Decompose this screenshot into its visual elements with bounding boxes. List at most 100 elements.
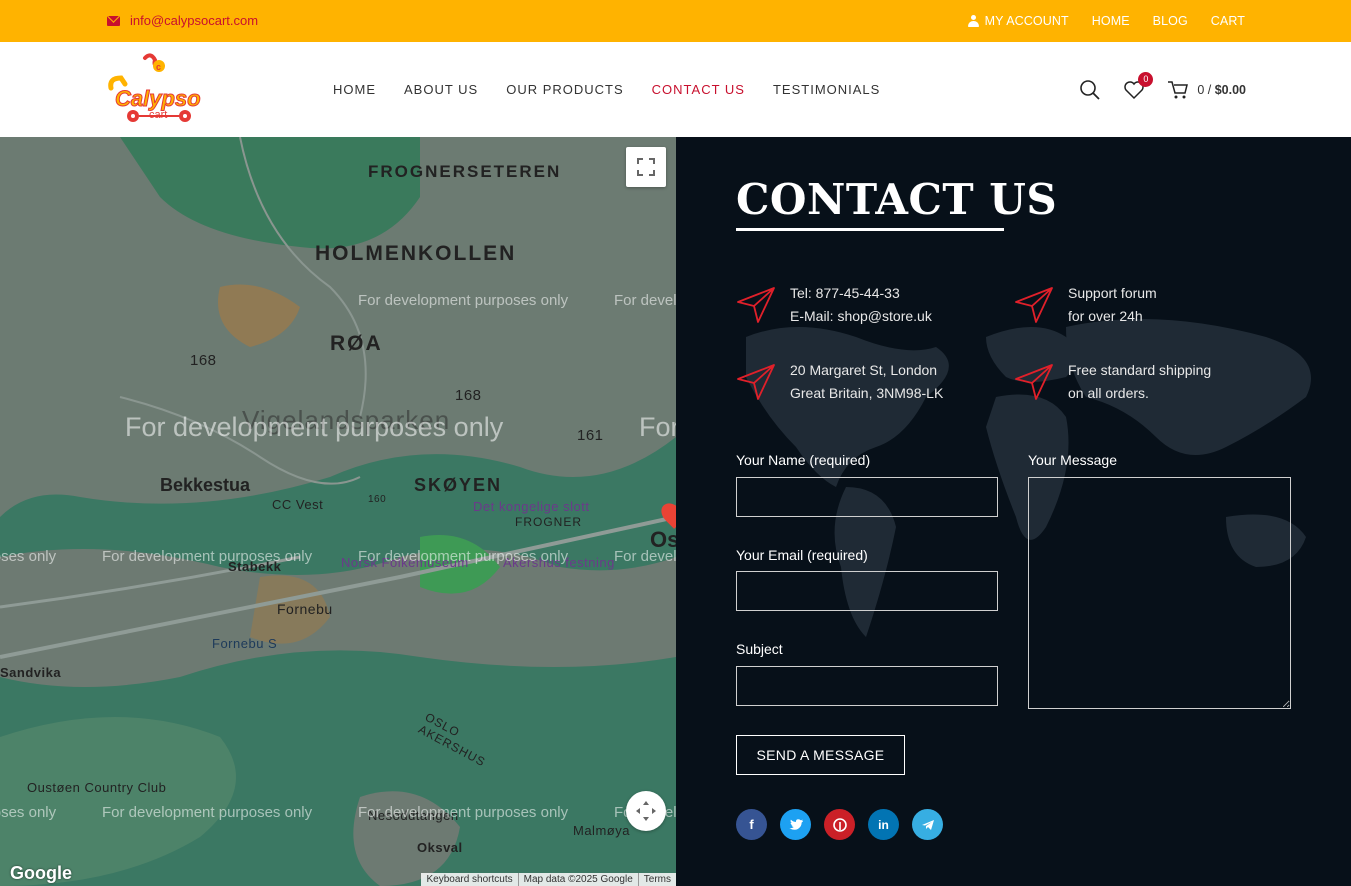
wishlist-badge: 0 xyxy=(1138,71,1154,87)
map-road-168-b: 168 xyxy=(455,387,482,404)
telegram-glyph xyxy=(921,819,934,830)
top-home-link[interactable]: Home xyxy=(1092,14,1130,28)
fullscreen-icon xyxy=(637,158,655,176)
nav-testimonials[interactable]: Testimonials xyxy=(773,82,880,97)
cart-button[interactable]: 0 / $0.00 xyxy=(1167,80,1246,100)
my-account-link[interactable]: My Account xyxy=(967,14,1069,28)
header-icons: 0 0 / $0.00 xyxy=(1079,42,1246,137)
map-data-text: Map data ©2025 Google xyxy=(517,873,638,886)
top-bar: info@calypsocart.com My Account Home Blo… xyxy=(0,0,1351,42)
map-watermark: For development purposes only xyxy=(125,412,504,442)
paper-plane-icon xyxy=(737,287,775,323)
nav-our-products[interactable]: Our Products xyxy=(506,82,623,97)
map-road-161: 161 xyxy=(577,427,604,444)
google-map[interactable]: FROGNERSETEREN HOLMENKOLLEN RØA 168 168 … xyxy=(0,137,676,886)
map-watermark: For development purposes only xyxy=(614,548,676,565)
map-label-oksval: Oksval xyxy=(417,840,463,855)
pinterest-glyph xyxy=(832,817,847,832)
envelope-icon xyxy=(107,15,120,26)
email-label: Your Email (required) xyxy=(736,547,868,563)
info-address: 20 Margaret St, London Great Britain, 3NM… xyxy=(736,359,943,405)
svg-text:cart: cart xyxy=(149,109,167,121)
top-email[interactable]: info@calypsocart.com xyxy=(107,13,258,28)
main-nav: Home About Us Our Products Contact Us Te… xyxy=(333,42,880,137)
paper-plane-icon xyxy=(1015,287,1053,323)
calypso-logo-icon: c Calypso cart xyxy=(108,53,201,122)
top-blog-link[interactable]: Blog xyxy=(1153,14,1188,28)
twitter-bird-glyph xyxy=(788,818,803,830)
email-field[interactable] xyxy=(736,571,998,611)
search-button[interactable] xyxy=(1079,79,1101,101)
svg-text:Calypso: Calypso xyxy=(115,86,201,111)
name-field[interactable] xyxy=(736,477,998,517)
info-line: Free standard shipping xyxy=(1068,362,1212,378)
top-nav: My Account Home Blog Cart xyxy=(967,0,1245,42)
map-label-bekkestua: Bekkestua xyxy=(160,475,251,495)
map-watermark: For development purposes only xyxy=(639,412,676,442)
map-attribution: Keyboard shortcuts Map data ©2025 Google… xyxy=(421,873,676,886)
info-support: Support forum for over 24h xyxy=(1014,282,1157,328)
svg-text:c: c xyxy=(156,62,161,72)
map-label-skoyen: SKØYEN xyxy=(414,475,503,495)
cart-summary: 0 / $0.00 xyxy=(1197,82,1246,97)
map-label-roa: RØA xyxy=(330,332,383,355)
nav-home[interactable]: Home xyxy=(333,82,376,97)
pinterest-icon[interactable] xyxy=(824,809,855,840)
map-camera-control[interactable] xyxy=(626,791,666,831)
top-cart-link[interactable]: Cart xyxy=(1211,14,1245,28)
nav-about-us[interactable]: About Us xyxy=(404,82,478,97)
title-underline xyxy=(736,228,1004,231)
info-line: E-Mail: shop@store.uk xyxy=(790,308,932,324)
cart-icon xyxy=(1168,80,1189,98)
info-line: for over 24h xyxy=(1068,308,1143,324)
send-message-button[interactable]: SEND A MESSAGE xyxy=(736,735,905,775)
map-watermark: For development purposes only xyxy=(358,292,569,309)
message-field[interactable] xyxy=(1028,477,1291,709)
paper-plane-icon xyxy=(737,364,775,400)
wishlist-button[interactable]: 0 xyxy=(1123,71,1154,100)
map-watermark: For development purposes only xyxy=(358,804,569,821)
map-watermark: For development purposes only xyxy=(0,548,57,565)
search-icon xyxy=(1080,79,1100,100)
map-label-sandvika: Sandvika xyxy=(0,665,62,680)
info-line: on all orders. xyxy=(1068,385,1149,401)
keyboard-shortcuts-link[interactable]: Keyboard shortcuts xyxy=(421,873,517,886)
move-arrows-icon xyxy=(636,801,656,821)
email-text[interactable]: info@calypsocart.com xyxy=(130,13,258,28)
social-links: f in xyxy=(736,809,943,840)
message-label: Your Message xyxy=(1028,452,1117,468)
map-label-frogner: FROGNER xyxy=(515,515,582,529)
contact-title: CONTACT US xyxy=(736,175,1058,224)
map-label-frognerseteren: FROGNERSETEREN xyxy=(368,162,562,181)
subject-label: Subject xyxy=(736,641,783,657)
facebook-icon[interactable]: f xyxy=(736,809,767,840)
info-shipping: Free standard shipping on all orders. xyxy=(1014,359,1211,405)
info-line: Tel: 877-45-44-33 xyxy=(790,285,900,301)
terms-link[interactable]: Terms xyxy=(637,873,676,886)
subject-field[interactable] xyxy=(736,666,998,706)
map-label-cc-vest: CC Vest xyxy=(272,497,324,512)
contact-panel: CONTACT US Tel: 877-45-44-33 E-Mail: shop… xyxy=(676,137,1351,886)
header: c Calypso cart Home About Us Our Product… xyxy=(0,42,1351,137)
nav-contact-us[interactable]: Contact Us xyxy=(652,82,745,97)
fullscreen-button[interactable] xyxy=(626,147,666,187)
map-road-160: 160 xyxy=(368,494,387,505)
name-label: Your Name (required) xyxy=(736,452,871,468)
info-line: Support forum xyxy=(1068,285,1157,301)
map-watermark: For development purposes only xyxy=(102,804,313,821)
info-line: Great Britain, 3NM98-LK xyxy=(790,385,944,401)
map-label-malmoya: Malmøya xyxy=(573,823,630,838)
map-road-168-a: 168 xyxy=(190,352,217,369)
telegram-icon[interactable] xyxy=(912,809,943,840)
logo[interactable]: c Calypso cart xyxy=(107,52,203,126)
google-logo: Google xyxy=(10,863,72,883)
map-watermark: For development purposes only xyxy=(358,548,569,565)
linkedin-icon[interactable]: in xyxy=(868,809,899,840)
paper-plane-icon xyxy=(1015,364,1053,400)
map-label-holmenkollen: HOLMENKOLLEN xyxy=(315,242,517,265)
map-watermark: For development purposes only xyxy=(614,292,676,309)
twitter-icon[interactable] xyxy=(780,809,811,840)
info-phone-email: Tel: 877-45-44-33 E-Mail: shop@store.uk xyxy=(736,282,932,328)
map-label-oustoen: Oustøen Country Club xyxy=(27,780,167,795)
map-label-fornebu-s: Fornebu S xyxy=(212,636,278,651)
